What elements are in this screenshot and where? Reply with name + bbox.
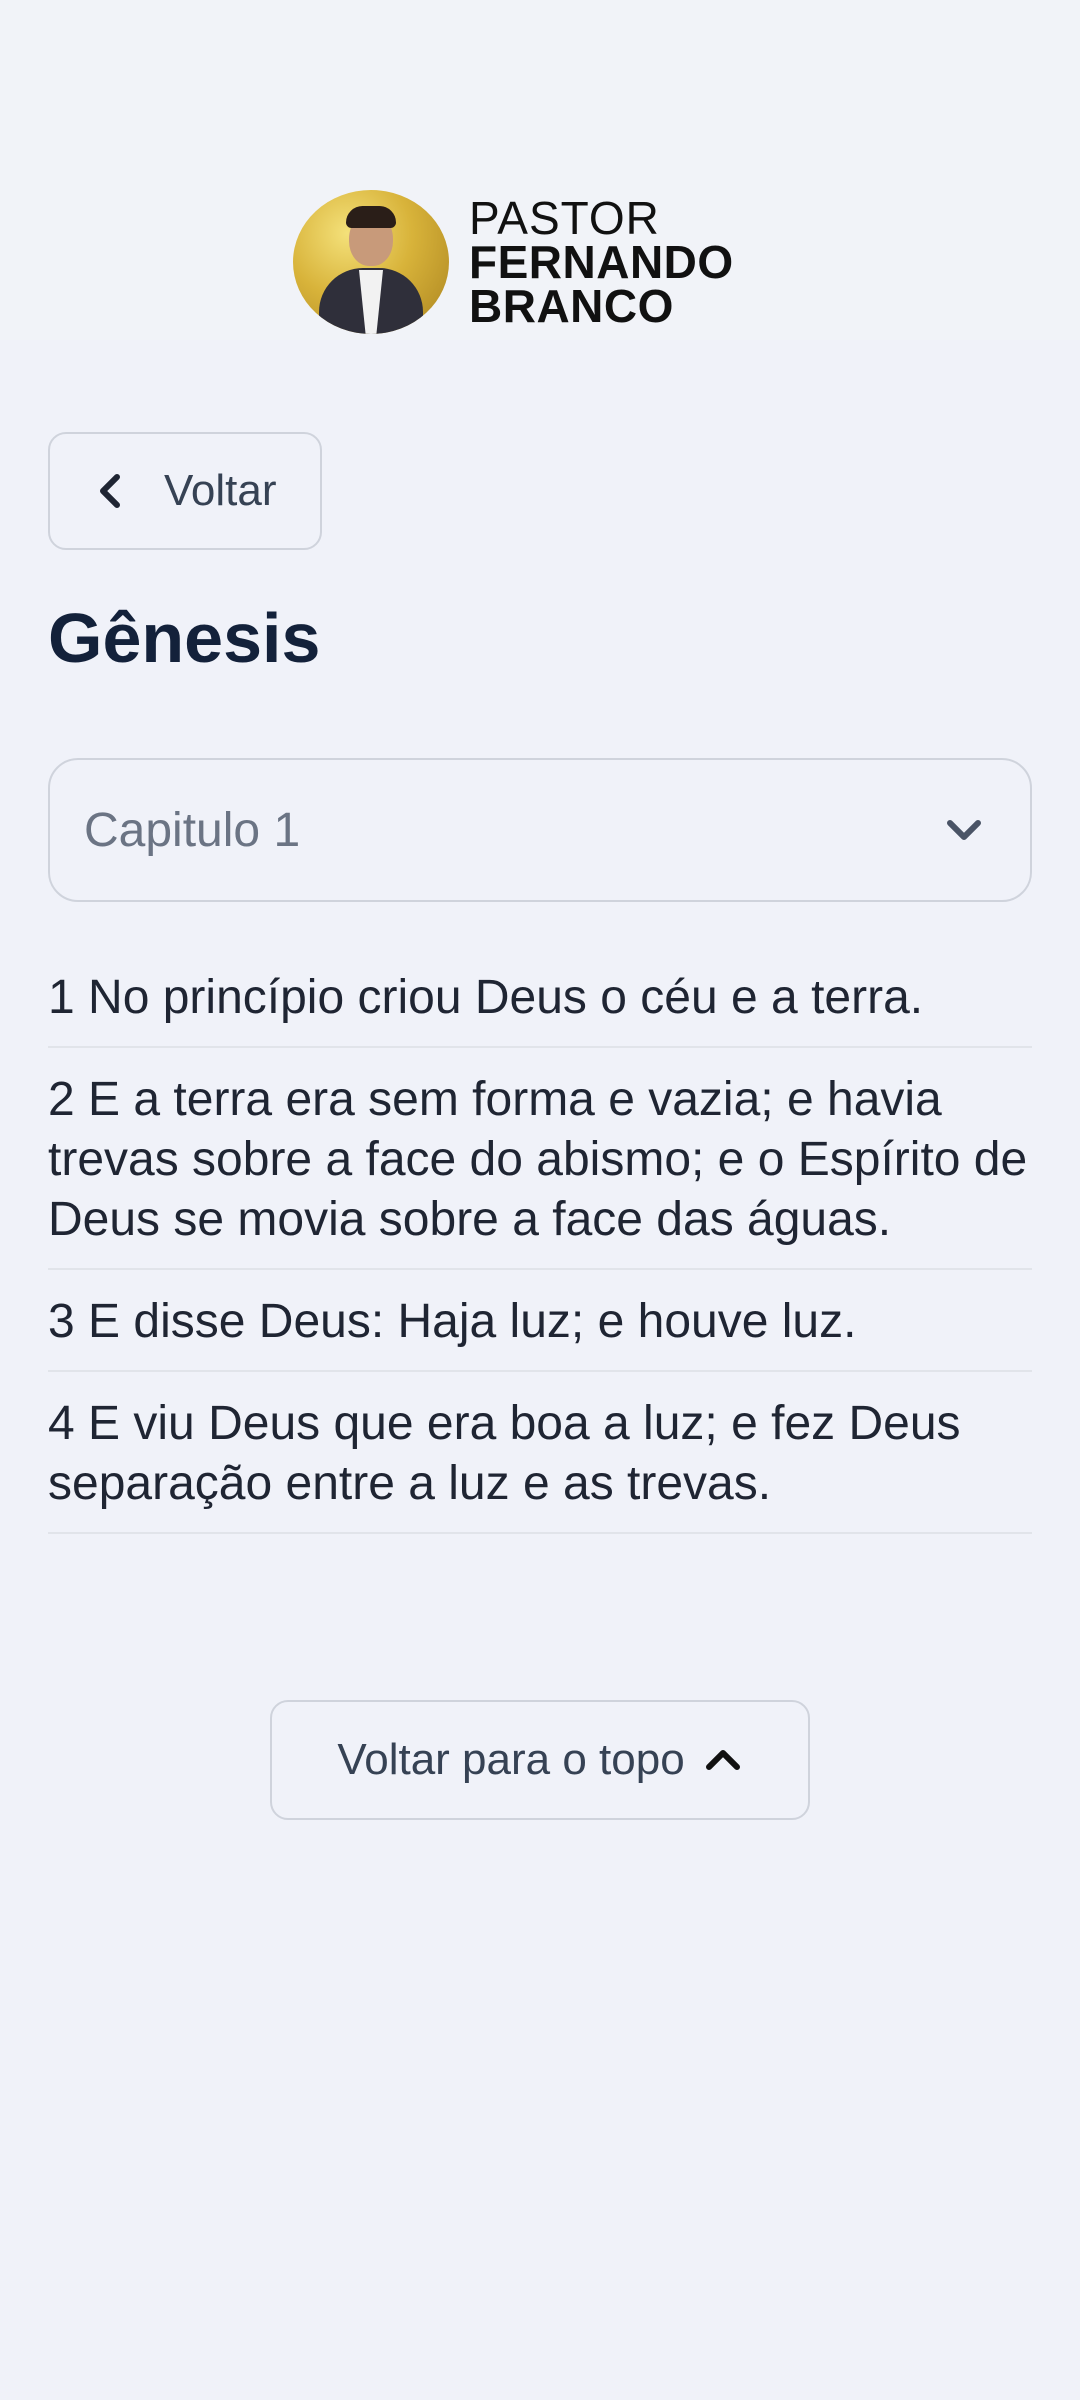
- brand-logo: PASTOR FERNANDO BRANCO: [469, 195, 734, 329]
- brand-line-pastor: PASTOR: [469, 192, 660, 244]
- back-to-top-label: Voltar para o topo: [337, 1735, 685, 1784]
- pastor-avatar: [293, 190, 449, 334]
- brand-line-last-name: BRANCO: [469, 280, 674, 332]
- chevron-left-icon: [90, 471, 130, 511]
- verse-list: 1 No princípio criou Deus o céu e a terr…: [48, 960, 1032, 1534]
- verse-item: 1 No princípio criou Deus o céu e a terr…: [48, 960, 1032, 1048]
- verse-item: 4 E viu Deus que era boa a luz; e fez De…: [48, 1372, 1032, 1534]
- verse-item: 2 E a terra era sem forma e vazia; e hav…: [48, 1048, 1032, 1270]
- back-button[interactable]: Voltar: [48, 432, 322, 550]
- book-title: Gênesis: [48, 599, 321, 677]
- back-to-top-button[interactable]: Voltar para o topo: [270, 1700, 810, 1820]
- site-header: PASTOR FERNANDO BRANCO: [293, 190, 734, 334]
- chevron-down-icon: [944, 810, 984, 850]
- chapter-select[interactable]: Capitulo 1: [48, 758, 1032, 902]
- chapter-select-value: Capitulo 1: [84, 803, 301, 857]
- verse-item: 3 E disse Deus: Haja luz; e houve luz.: [48, 1270, 1032, 1372]
- brand-line-first-name: FERNANDO: [469, 236, 734, 288]
- back-button-label: Voltar: [164, 466, 277, 515]
- chevron-up-icon: [703, 1740, 743, 1780]
